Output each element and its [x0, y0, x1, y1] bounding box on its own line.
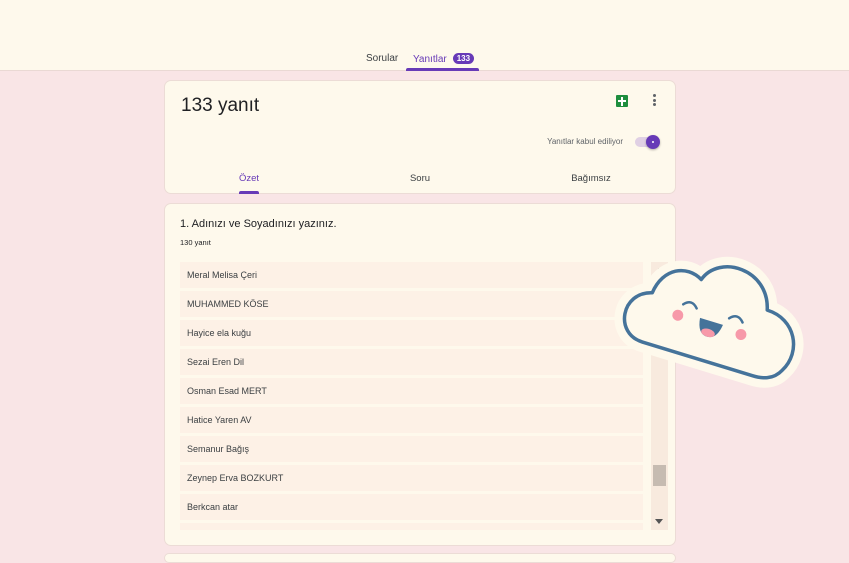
scrollbar-thumb[interactable]: [653, 465, 666, 486]
question-card: 1. Adınızı ve Soyadınızı yazınız. 130 ya…: [164, 203, 676, 546]
question-title: 1. Adınızı ve Soyadınızı yazınız.: [180, 218, 337, 230]
page-title: 133 yanıt: [181, 95, 260, 116]
accepting-responses-toggle[interactable]: [635, 135, 660, 149]
list-item: Semanur Bağış: [180, 436, 643, 462]
summary-tab-indicator: [239, 191, 259, 194]
active-tab-indicator: [406, 68, 479, 71]
list-item: Zeynep Erva BOZKURT: [180, 465, 643, 491]
tab-summary[interactable]: Özet: [189, 173, 309, 184]
response-count-badge: 133: [452, 53, 475, 64]
list-item: Osman Esad MERT: [180, 378, 643, 404]
sheets-icon[interactable]: [616, 95, 628, 107]
more-vert-icon[interactable]: [650, 94, 658, 108]
tab-questions[interactable]: Sorular: [366, 53, 398, 64]
list-item: Berkcan atar: [180, 494, 643, 520]
cloud-sticker: [614, 256, 804, 388]
answer-list: Meral Melisa Çeri MUHAMMED KÖSE Hayice e…: [180, 262, 643, 530]
tab-responses[interactable]: Yanıtlar 133: [413, 53, 475, 65]
scroll-down-icon[interactable]: [655, 519, 663, 524]
list-item: Meral Melisa Çeri: [180, 262, 643, 288]
top-bar: Sorular Yanıtlar 133: [0, 0, 849, 71]
accepting-responses-label: Yanıtlar kabul ediliyor: [547, 137, 623, 146]
list-item: MUHAMMED KÖSE: [180, 291, 643, 317]
response-count: 130 yanıt: [180, 238, 211, 247]
tab-question[interactable]: Soru: [360, 173, 480, 184]
summary-card: 133 yanıt Yanıtlar kabul ediliyor Özet S…: [164, 80, 676, 194]
tab-responses-label: Yanıtlar: [413, 54, 447, 65]
next-card: [164, 553, 676, 563]
list-item: Sezai Eren Dil: [180, 349, 643, 375]
list-item: Hatice Yaren AV: [180, 407, 643, 433]
list-item: Hayice ela kuğu: [180, 320, 643, 346]
list-item: [180, 523, 643, 530]
tab-individual[interactable]: Bağımsız: [531, 173, 651, 184]
